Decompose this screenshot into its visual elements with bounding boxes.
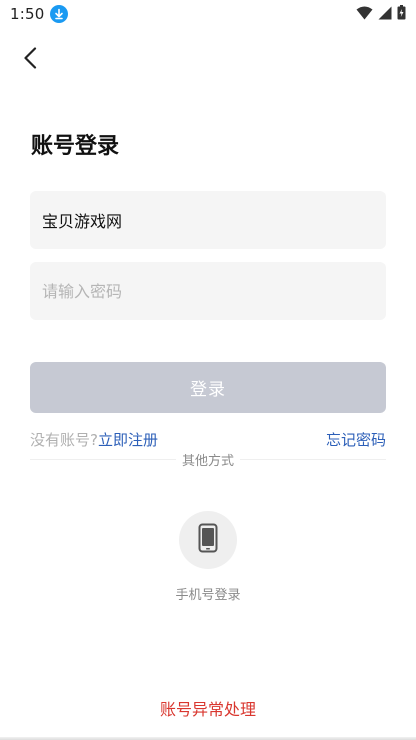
register-prompt: 没有账号?立即注册 [30,429,158,450]
back-button[interactable] [14,44,46,76]
phone-login-label[interactable]: 手机号登录 [0,584,416,603]
signal-icon [378,5,392,24]
phone-login-button[interactable] [179,511,237,569]
phone-icon [198,523,218,557]
no-account-text: 没有账号? [30,430,98,449]
login-page: 1:50 账号登录 宝贝游戏网 登录 没有账号?立即注册 忘记密码 其他方式 手… [0,0,416,740]
account-field-container [30,191,386,249]
links-row: 没有账号?立即注册 忘记密码 [30,429,386,449]
login-button[interactable]: 登录 [30,362,386,413]
forgot-password-link[interactable]: 忘记密码 [326,429,386,450]
status-bar: 1:50 [0,0,416,28]
account-issue-link[interactable]: 账号异常处理 [0,696,416,720]
battery-icon [397,4,406,24]
wifi-icon [356,5,373,24]
account-input[interactable] [42,210,374,230]
password-field-container [30,262,386,320]
other-methods-label: 其他方式 [175,454,240,469]
page-title: 账号登录 [31,134,120,159]
other-methods-title: 其他方式 [0,450,416,469]
status-time: 1:50 [10,5,45,23]
password-input[interactable] [42,281,374,301]
download-icon [50,5,69,23]
status-left: 1:50 [10,5,69,23]
chevron-left-icon [23,47,37,73]
register-link[interactable]: 立即注册 [98,431,158,449]
status-right [356,4,406,24]
